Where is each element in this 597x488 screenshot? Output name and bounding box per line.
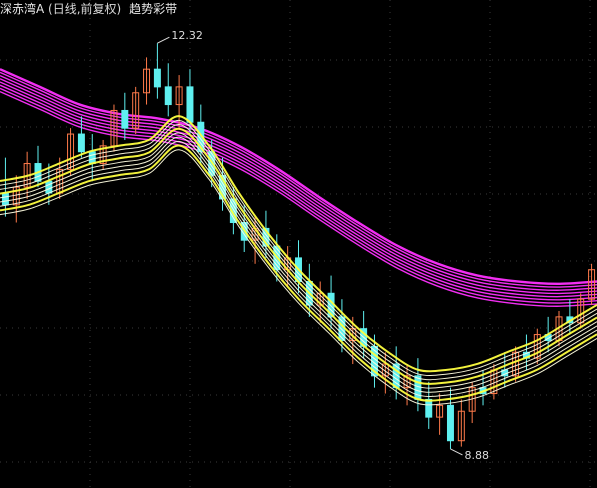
candle-body — [88, 151, 96, 165]
high-price-label: 12.32 — [171, 29, 203, 42]
candle-body — [153, 68, 161, 88]
candle-body — [186, 86, 194, 123]
candle-body — [446, 404, 454, 442]
annotation-pointer — [450, 448, 463, 456]
candle-body — [164, 86, 172, 106]
period-label: (日线,前复权) — [48, 2, 122, 16]
stock-name: 深赤湾A — [0, 2, 45, 16]
candlestick-chart[interactable]: 12.32 8.88 — [0, 0, 597, 488]
candle-body — [425, 398, 433, 418]
candle-body — [45, 180, 53, 194]
candle-body — [121, 109, 129, 129]
candle-body — [1, 192, 9, 206]
annotation-pointer — [157, 36, 170, 44]
chart-title: 深赤湾A (日线,前复权) 趋势彩带 — [0, 0, 177, 18]
indicator-name: 趋势彩带 — [129, 2, 178, 16]
low-price-label: 8.88 — [464, 449, 489, 462]
candle-body — [77, 133, 85, 153]
chart-window: 12.32 8.88 深赤湾A (日线,前复权) 趋势彩带 — [0, 0, 597, 488]
